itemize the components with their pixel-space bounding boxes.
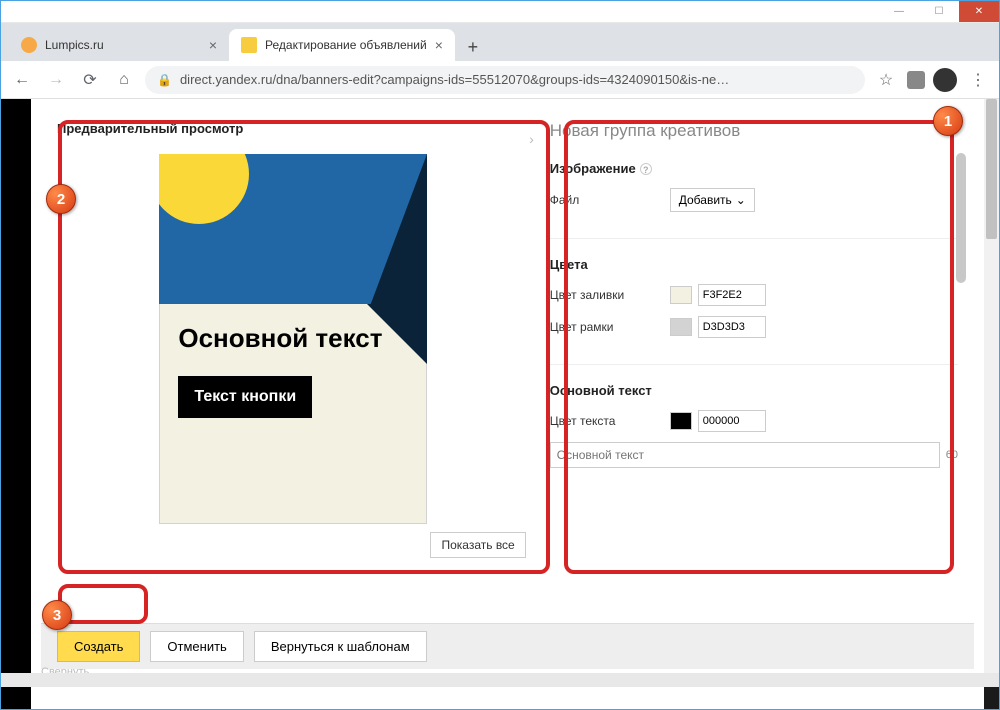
- section-heading-maintext: Основной текст: [550, 383, 958, 398]
- chevron-down-icon: ⌄: [736, 193, 746, 207]
- cancel-button[interactable]: Отменить: [150, 631, 243, 662]
- tab-close-icon[interactable]: ×: [209, 37, 217, 53]
- annotation-marker-3: 3: [42, 600, 72, 630]
- row-file: Файл Добавить⌄: [550, 188, 958, 212]
- settings-scrollbar[interactable]: [954, 123, 966, 621]
- url-input[interactable]: 🔒 direct.yandex.ru/dna/banners-edit?camp…: [145, 66, 865, 94]
- address-bar: ← → ⟳ ⌂ 🔒 direct.yandex.ru/dna/banners-e…: [1, 61, 999, 99]
- creative-editor-modal: × Предварительный просмотр › Основной те…: [41, 105, 974, 669]
- tab-title: Lumpics.ru: [45, 38, 201, 52]
- modal-body: Предварительный просмотр › Основной текс…: [41, 105, 974, 623]
- browser-menu-button[interactable]: ⋮: [965, 67, 991, 93]
- main-text-input[interactable]: [550, 442, 940, 468]
- banner-triangle-decoration: [367, 154, 427, 314]
- modal-footer: Создать Отменить Вернуться к шаблонам: [41, 623, 974, 669]
- scrollbar-thumb[interactable]: [956, 153, 966, 283]
- favicon-icon: [21, 37, 37, 53]
- tab-title: Редактирование объявлений: [265, 38, 427, 52]
- browser-window: — ☐ ✕ Lumpics.ru × Редактирование объявл…: [0, 0, 1000, 710]
- back-to-templates-button[interactable]: Вернуться к шаблонам: [254, 631, 427, 662]
- settings-title: Новая группа креативов: [550, 121, 958, 141]
- url-text: direct.yandex.ru/dna/banners-edit?campai…: [180, 72, 729, 87]
- border-color-input[interactable]: [698, 316, 766, 338]
- window-minimize-button[interactable]: —: [879, 1, 919, 22]
- row-fill-color: Цвет заливки: [550, 284, 958, 306]
- annotation-marker-2: 2: [46, 184, 76, 214]
- banner-preview: Основной текст Текст кнопки: [159, 154, 427, 524]
- scrollbar-thumb[interactable]: [986, 99, 997, 239]
- section-colors: Цвета Цвет заливки Цвет рамки: [550, 257, 958, 365]
- section-heading-image: Изображение?: [550, 161, 958, 176]
- tab-strip: Lumpics.ru × Редактирование объявлений ×…: [1, 23, 999, 61]
- page-scrollbar-vertical[interactable]: [984, 99, 999, 673]
- window-maximize-button[interactable]: ☐: [919, 1, 959, 22]
- nav-home-button[interactable]: ⌂: [111, 67, 137, 93]
- favicon-icon: [241, 37, 257, 53]
- bookmark-star-icon[interactable]: ☆: [873, 67, 899, 93]
- tab-yandex-direct[interactable]: Редактирование объявлений ×: [229, 29, 455, 61]
- border-color-swatch[interactable]: [670, 318, 692, 336]
- add-file-button[interactable]: Добавить⌄: [670, 188, 755, 212]
- new-tab-button[interactable]: +: [459, 33, 487, 61]
- row-border-color: Цвет рамки: [550, 316, 958, 338]
- nav-reload-button[interactable]: ⟳: [77, 67, 103, 93]
- nav-back-button[interactable]: ←: [9, 67, 35, 93]
- text-color-swatch[interactable]: [670, 412, 692, 430]
- tab-close-icon[interactable]: ×: [435, 37, 443, 53]
- preview-area: Основной текст Текст кнопки Показать все: [57, 148, 530, 623]
- help-icon[interactable]: ?: [640, 163, 652, 175]
- page-scrollbar-horizontal[interactable]: [1, 673, 999, 687]
- fill-color-label: Цвет заливки: [550, 288, 670, 302]
- row-text-color: Цвет текста: [550, 410, 958, 432]
- row-main-text-input: 60: [550, 442, 958, 468]
- lock-icon: 🔒: [157, 73, 172, 87]
- preview-panel: Предварительный просмотр › Основной текс…: [57, 121, 530, 623]
- section-main-text: Основной текст Цвет текста 60: [550, 383, 958, 494]
- extension-icon[interactable]: [907, 71, 925, 89]
- window-titlebar: — ☐ ✕: [1, 1, 999, 23]
- tab-lumpics[interactable]: Lumpics.ru ×: [9, 29, 229, 61]
- section-image: Изображение? Файл Добавить⌄: [550, 161, 958, 239]
- profile-avatar[interactable]: [933, 68, 957, 92]
- nav-forward-button[interactable]: →: [43, 67, 69, 93]
- border-color-label: Цвет рамки: [550, 320, 670, 334]
- fill-color-input[interactable]: [698, 284, 766, 306]
- text-color-label: Цвет текста: [550, 414, 670, 428]
- window-close-button[interactable]: ✕: [959, 1, 999, 22]
- page-content: × Предварительный просмотр › Основной те…: [1, 99, 999, 709]
- section-heading-colors: Цвета: [550, 257, 958, 272]
- annotation-marker-1: 1: [933, 106, 963, 136]
- preview-title: Предварительный просмотр: [57, 121, 530, 136]
- show-all-button[interactable]: Показать все: [430, 532, 525, 558]
- settings-panel: Новая группа креативов Изображение? Файл…: [538, 121, 966, 623]
- next-preview-arrow-icon[interactable]: ›: [529, 131, 534, 147]
- show-all-row: Показать все: [57, 524, 530, 558]
- file-label: Файл: [550, 193, 670, 207]
- banner-diagonal-decoration: [367, 304, 427, 364]
- fill-color-swatch[interactable]: [670, 286, 692, 304]
- banner-cta-button: Текст кнопки: [178, 376, 312, 418]
- text-color-input[interactable]: [698, 410, 766, 432]
